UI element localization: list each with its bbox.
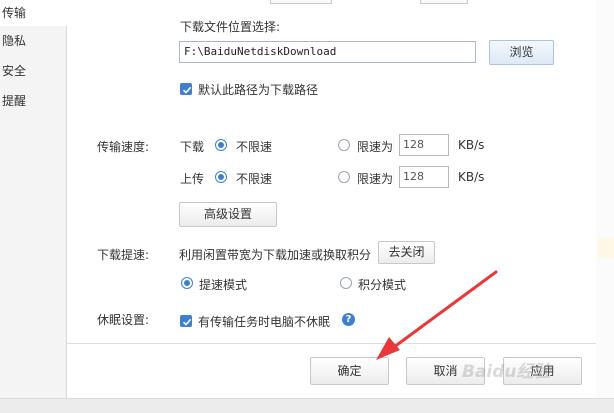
- clipped-button-top-right[interactable]: [420, 0, 468, 4]
- download-boost-description: 利用闲置带宽为下载加速或换取积分: [179, 248, 372, 262]
- transfer-speed-label: 传输速度:: [97, 140, 150, 154]
- upload-speed-label: 上传: [180, 172, 205, 186]
- help-icon[interactable]: ?: [342, 313, 355, 326]
- checkmark-icon: [182, 86, 192, 94]
- download-limit-input[interactable]: 128: [399, 134, 449, 156]
- download-limit-radio[interactable]: [338, 139, 350, 151]
- clipped-button-top-left[interactable]: [270, 0, 332, 4]
- sidebar-item-label: 提醒: [2, 94, 27, 108]
- default-path-label: 默认此路径为下载路径: [198, 83, 319, 97]
- download-boost-label: 下载提速:: [97, 248, 150, 262]
- points-mode-label: 积分模式: [358, 278, 407, 292]
- download-unlimited-label: 不限速: [236, 140, 273, 154]
- window-edge: [596, 0, 614, 412]
- advanced-settings-button[interactable]: 高级设置: [179, 202, 277, 227]
- sidebar-item-label: 安全: [2, 64, 27, 78]
- sidebar-item-transfer[interactable]: 传输: [0, 0, 67, 26]
- sidebar-item-privacy[interactable]: 隐私: [0, 28, 66, 54]
- points-mode-radio[interactable]: [340, 277, 352, 289]
- default-path-checkbox[interactable]: [180, 83, 192, 95]
- edge-highlight: [598, 238, 614, 258]
- watermark: Baidu经验: [462, 362, 551, 382]
- upload-unlimited-label: 不限速: [236, 172, 273, 186]
- upload-limit-radio[interactable]: [338, 171, 350, 183]
- sidebar-item-label: 传输: [2, 6, 27, 20]
- settings-sidebar: 传输 隐私 安全 提醒: [0, 0, 67, 398]
- upload-limit-input[interactable]: 128: [399, 166, 449, 188]
- upload-limit-label: 限速为: [357, 172, 394, 186]
- sidebar-item-label: 隐私: [2, 34, 27, 48]
- checkmark-icon: [182, 318, 192, 326]
- download-speed-label: 下载: [180, 140, 205, 154]
- download-location-label: 下载文件位置选择:: [180, 20, 281, 34]
- sidebar-item-security[interactable]: 安全: [0, 58, 66, 84]
- close-boost-button[interactable]: 去关闭: [378, 241, 435, 264]
- download-unlimited-radio[interactable]: [215, 139, 227, 151]
- no-sleep-checkbox[interactable]: [180, 315, 192, 327]
- download-limit-label: 限速为: [357, 140, 394, 154]
- download-unit-label: KB/s: [458, 138, 485, 152]
- window-bottom-bar: [0, 398, 614, 413]
- sleep-settings-label: 休眠设置:: [97, 313, 150, 327]
- upload-unlimited-radio[interactable]: [215, 171, 227, 183]
- sidebar-item-reminder[interactable]: 提醒: [0, 88, 66, 114]
- footer-divider: [67, 343, 596, 344]
- ok-button[interactable]: 确定: [310, 357, 389, 385]
- browse-button[interactable]: 浏览: [489, 40, 554, 65]
- download-path-input[interactable]: F:\BaiduNetdiskDownload: [179, 41, 476, 63]
- speed-mode-label: 提速模式: [199, 278, 248, 292]
- no-sleep-label: 有传输任务时电脑不休眠: [198, 315, 331, 329]
- speed-mode-radio[interactable]: [181, 277, 193, 289]
- upload-unit-label: KB/s: [458, 170, 485, 184]
